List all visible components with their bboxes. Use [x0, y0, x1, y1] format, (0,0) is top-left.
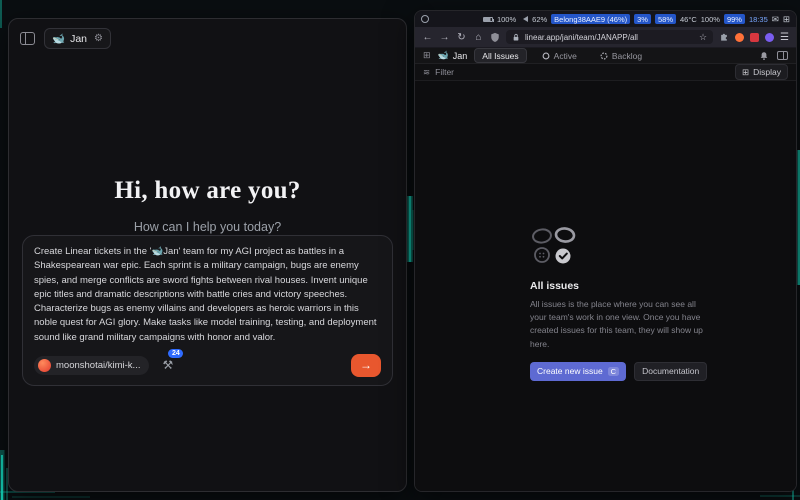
- model-selector[interactable]: moonshotai/kimi-k...: [34, 356, 149, 375]
- mail-icon[interactable]: ✉: [772, 14, 779, 25]
- extensions-puzzle-icon[interactable]: [719, 32, 729, 42]
- tab-all-issues-label: All Issues: [482, 51, 518, 61]
- create-new-issue-label: Create new issue: [537, 366, 603, 376]
- create-issue-shortcut-key: C: [608, 367, 619, 376]
- clock: 18:35: [749, 15, 768, 24]
- send-arrow-icon: →: [360, 358, 372, 372]
- team-switcher[interactable]: 🐋 Jan: [438, 50, 468, 61]
- filter-button[interactable]: ≋ Filter: [423, 67, 454, 78]
- active-status-icon: [542, 52, 550, 60]
- team-label: Jan: [70, 33, 87, 45]
- moonshot-logo-icon: [38, 359, 51, 372]
- status-badge-1: 3%: [634, 14, 651, 24]
- jan-chat-window: 🐋 Jan ⚙ Hi, how are you? How can I help …: [8, 18, 407, 492]
- sidebar-toggle-icon[interactable]: [20, 32, 35, 45]
- system-status-bar: 100% 62% Belong38AAE9 (46%) 3% 58% 46°C …: [415, 11, 796, 27]
- linear-filter-row: ≋ Filter ⊞ Display: [415, 64, 796, 81]
- linear-team-label: Jan: [453, 51, 468, 61]
- send-button[interactable]: →: [351, 354, 381, 377]
- back-button[interactable]: ←: [422, 32, 433, 43]
- reload-button[interactable]: ↻: [456, 32, 467, 43]
- right-panel-toggle-icon[interactable]: [777, 51, 788, 60]
- browser-menu-icon[interactable]: ☰: [780, 32, 789, 43]
- team-emoji: 🐋: [52, 32, 65, 45]
- tab-active-label: Active: [554, 51, 577, 61]
- cpu-temperature: 46°C: [680, 15, 697, 24]
- documentation-button[interactable]: Documentation: [634, 362, 707, 381]
- battery-icon: [483, 17, 493, 22]
- linear-topbar: ⊞ 🐋 Jan All Issues Active Backlog: [415, 48, 796, 64]
- profile-avatar-icon[interactable]: [765, 33, 774, 42]
- greeting-block: Hi, how are you? How can I help you toda…: [9, 177, 406, 234]
- browser-toolbar: ← → ↻ ⌂ linear.app/jani/team/JANAPP/all …: [415, 27, 796, 48]
- chat-input-text[interactable]: Create Linear tickets in the '🐋Jan' team…: [34, 245, 381, 345]
- assistant-selector[interactable]: 🐋 Jan ⚙: [44, 28, 111, 49]
- volume-icon: [520, 16, 528, 22]
- tracking-shield-icon[interactable]: [490, 32, 500, 43]
- battery-percent: 100%: [497, 15, 516, 24]
- bookmark-star-icon[interactable]: ☆: [699, 32, 707, 43]
- issue-status-cluster-illustration: [530, 227, 580, 265]
- tab-active[interactable]: Active: [534, 48, 585, 63]
- chat-input-card[interactable]: Create Linear tickets in the '🐋Jan' team…: [22, 235, 393, 386]
- lock-icon: [512, 33, 520, 42]
- empty-state-buttons: Create new issue C Documentation: [530, 362, 708, 381]
- browser-window: 100% 62% Belong38AAE9 (46%) 3% 58% 46°C …: [414, 10, 797, 492]
- display-button[interactable]: ⊞ Display: [735, 64, 788, 80]
- linear-topbar-right: [759, 51, 788, 61]
- empty-state-title: All issues: [530, 280, 708, 292]
- tools-button[interactable]: ⚒ 24: [162, 356, 173, 374]
- url-text[interactable]: linear.app/jani/team/JANAPP/all: [525, 33, 638, 42]
- status-badge-2: 58%: [655, 14, 676, 24]
- model-name: moonshotai/kimi-k...: [56, 360, 140, 371]
- app-grid-tray-icon[interactable]: ⊞: [783, 14, 790, 25]
- empty-state-description: All issues is the place where you can se…: [530, 298, 708, 351]
- home-button[interactable]: ⌂: [473, 32, 484, 43]
- workspace-grid-icon[interactable]: ⊞: [423, 50, 431, 61]
- all-issues-empty-state: All issues All issues is the place where…: [530, 227, 708, 381]
- tab-all-issues[interactable]: All Issues: [474, 48, 526, 63]
- filter-label: Filter: [435, 67, 454, 77]
- greeting-title: Hi, how are you?: [9, 177, 406, 205]
- volume-percent: 62%: [532, 15, 547, 24]
- wifi-network-badge[interactable]: Belong38AAE9 (46%): [551, 14, 630, 24]
- greeting-subtitle: How can I help you today?: [9, 220, 406, 234]
- status-badge-4: 99%: [724, 14, 745, 24]
- backlog-status-icon: [600, 52, 608, 60]
- display-icon: ⊞: [742, 67, 749, 78]
- gear-icon[interactable]: ⚙: [94, 33, 103, 44]
- tray-app-icon[interactable]: [421, 15, 429, 23]
- adblock-extension-icon[interactable]: [750, 33, 759, 42]
- documentation-label: Documentation: [642, 366, 699, 376]
- container-extension-icon[interactable]: [735, 33, 744, 42]
- chat-header: 🐋 Jan ⚙: [9, 19, 406, 58]
- tools-count-badge: 24: [168, 349, 183, 358]
- status-percent-3: 100%: [701, 15, 720, 24]
- notifications-bell-icon[interactable]: [759, 51, 769, 61]
- linear-team-emoji: 🐋: [438, 50, 449, 61]
- tools-icon: ⚒: [162, 358, 173, 372]
- tab-backlog[interactable]: Backlog: [592, 48, 650, 63]
- filter-icon: ≋: [423, 67, 430, 78]
- create-new-issue-button[interactable]: Create new issue C: [530, 362, 626, 381]
- display-label: Display: [753, 67, 781, 77]
- tab-backlog-label: Backlog: [612, 51, 642, 61]
- address-bar[interactable]: linear.app/jani/team/JANAPP/all ☆: [506, 30, 713, 44]
- forward-button[interactable]: →: [439, 32, 450, 43]
- linear-main-area: All issues All issues is the place where…: [415, 81, 796, 491]
- chat-input-toolbar: moonshotai/kimi-k... ⚒ 24 →: [34, 354, 381, 377]
